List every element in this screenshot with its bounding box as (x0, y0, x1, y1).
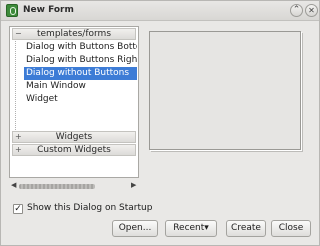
tree-indent-line (15, 41, 16, 130)
horizontal-scrollbar[interactable]: ◀ ▶ (9, 181, 139, 191)
recent-button[interactable]: Recent▾ (165, 220, 217, 237)
template-tree[interactable]: − templates/forms Dialog with Buttons Bo… (9, 26, 139, 178)
scrollbar-thumb[interactable] (19, 184, 95, 189)
expand-icon[interactable]: + (15, 132, 22, 142)
tree-item-dialog-buttons-right[interactable]: Dialog with Buttons Right (24, 54, 137, 67)
chevron-up-icon[interactable]: ⌃ (290, 4, 303, 17)
show-on-startup-checkbox[interactable]: ✓ (13, 204, 23, 214)
scroll-left-icon[interactable]: ◀ (11, 181, 16, 189)
close-icon[interactable]: ✕ (305, 4, 318, 17)
scroll-right-icon[interactable]: ▶ (131, 181, 136, 189)
show-on-startup-label[interactable]: Show this Dialog on Startup (27, 203, 152, 213)
create-button[interactable]: Create (226, 220, 266, 237)
collapse-icon[interactable]: − (15, 29, 22, 39)
tree-item-dialog-without-buttons[interactable]: Dialog without Buttons (24, 67, 137, 80)
expand-icon[interactable]: + (15, 145, 22, 155)
new-form-dialog: New Form ⌃ ✕ − templates/forms Dialog wi… (0, 0, 320, 246)
titlebar: New Form ⌃ ✕ (1, 1, 319, 21)
tree-item-dialog-buttons-bottom[interactable]: Dialog with Buttons Bottom (24, 41, 137, 54)
tree-group-widgets[interactable]: + Widgets (12, 131, 136, 143)
app-icon (6, 4, 18, 17)
close-button[interactable]: Close (271, 220, 311, 237)
window-title: New Form (23, 5, 74, 15)
tree-item-widget[interactable]: Widget (24, 93, 137, 106)
tree-group-custom-widgets[interactable]: + Custom Widgets (12, 144, 136, 156)
tree-group-templates-forms[interactable]: − templates/forms (12, 28, 136, 40)
tree-item-main-window[interactable]: Main Window (24, 80, 137, 93)
tree-group-label: Custom Widgets (37, 145, 111, 155)
tree-group-label: Widgets (55, 132, 93, 142)
tree-group-label: templates/forms (36, 29, 112, 39)
open-button[interactable]: Open... (112, 220, 158, 237)
form-preview (149, 31, 301, 150)
